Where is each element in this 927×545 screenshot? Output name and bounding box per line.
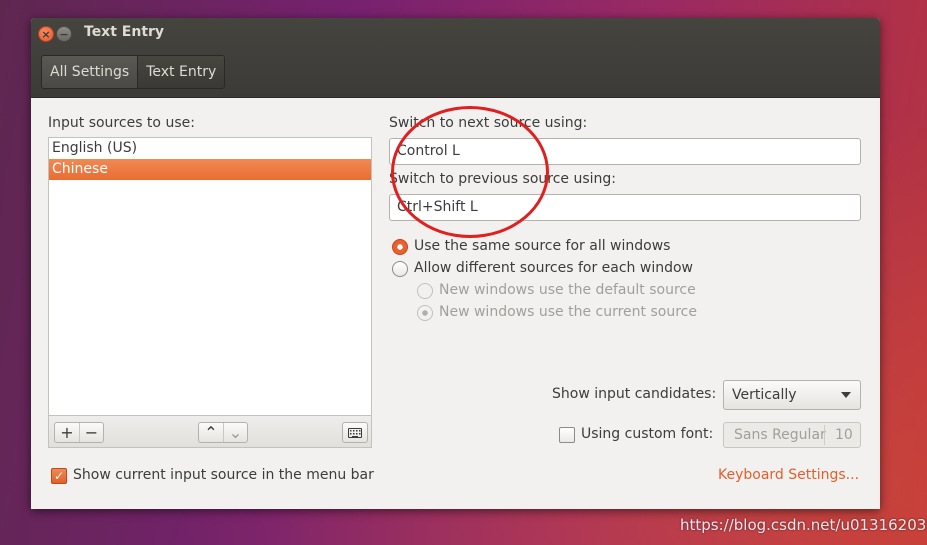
window-title: Text Entry — [84, 24, 165, 40]
close-button[interactable]: × — [38, 26, 54, 42]
red-annotation-circle — [391, 106, 549, 238]
add-remove-group: + − — [54, 422, 104, 443]
same-source-radio[interactable] — [392, 239, 408, 255]
show-menu-bar-checkbox[interactable]: ✓ — [51, 468, 67, 484]
text-entry-window: × − Text Entry All Settings Text Entry I… — [31, 18, 880, 509]
font-name: Sans Regular — [734, 427, 826, 443]
watermark: https://blog.csdn.net/u013162035 — [680, 516, 927, 534]
new-windows-current-radio[interactable] — [417, 305, 433, 321]
reorder-group: ⌃ ⌄ — [198, 422, 248, 443]
remove-source-button[interactable]: − — [79, 423, 103, 442]
custom-font-button[interactable]: Sans Regular 10 — [723, 422, 861, 448]
new-windows-default-radio[interactable] — [417, 283, 433, 299]
add-source-button[interactable]: + — [55, 423, 79, 442]
new-windows-default-label: New windows use the default source — [439, 282, 696, 298]
breadcrumb: All Settings Text Entry — [41, 55, 226, 89]
minimize-icon: − — [59, 28, 69, 41]
input-sources-list[interactable]: English (US) Chinese — [48, 137, 372, 416]
same-source-label: Use the same source for all windows — [414, 238, 671, 254]
breadcrumb-all-settings[interactable]: All Settings — [42, 56, 137, 88]
different-sources-label: Allow different sources for each window — [414, 260, 693, 276]
move-up-button[interactable]: ⌃ — [199, 423, 223, 442]
breadcrumb-text-entry[interactable]: Text Entry — [137, 56, 225, 88]
minimize-button[interactable]: − — [56, 26, 72, 42]
list-item-label: English (US) — [52, 140, 138, 156]
input-candidates-label: Show input candidates: — [552, 386, 717, 402]
keyboard-layout-button[interactable] — [342, 422, 368, 443]
new-windows-current-label: New windows use the current source — [439, 304, 697, 320]
custom-font-label: Using custom font: — [581, 426, 714, 442]
chevron-down-icon — [841, 392, 851, 398]
move-down-button[interactable]: ⌄ — [223, 423, 247, 442]
input-candidates-dropdown[interactable]: Vertically — [723, 380, 861, 410]
different-sources-radio[interactable] — [392, 261, 408, 277]
keyboard-icon — [343, 423, 367, 442]
input-sources-toolbar: + − ⌃ ⌄ — [48, 415, 372, 448]
list-item-label: Chinese — [52, 161, 108, 177]
custom-font-checkbox[interactable] — [559, 427, 575, 443]
font-size: 10 — [824, 425, 853, 445]
list-item-selected[interactable]: Chinese — [49, 159, 371, 180]
list-item[interactable]: English (US) — [49, 138, 371, 159]
title-bar: × − Text Entry All Settings Text Entry — [31, 18, 880, 98]
input-sources-label: Input sources to use: — [48, 115, 195, 131]
keyboard-settings-link[interactable]: Keyboard Settings... — [718, 467, 859, 483]
close-icon: × — [41, 28, 51, 41]
input-candidates-value: Vertically — [732, 387, 797, 403]
show-menu-bar-label: Show current input source in the menu ba… — [73, 467, 374, 483]
